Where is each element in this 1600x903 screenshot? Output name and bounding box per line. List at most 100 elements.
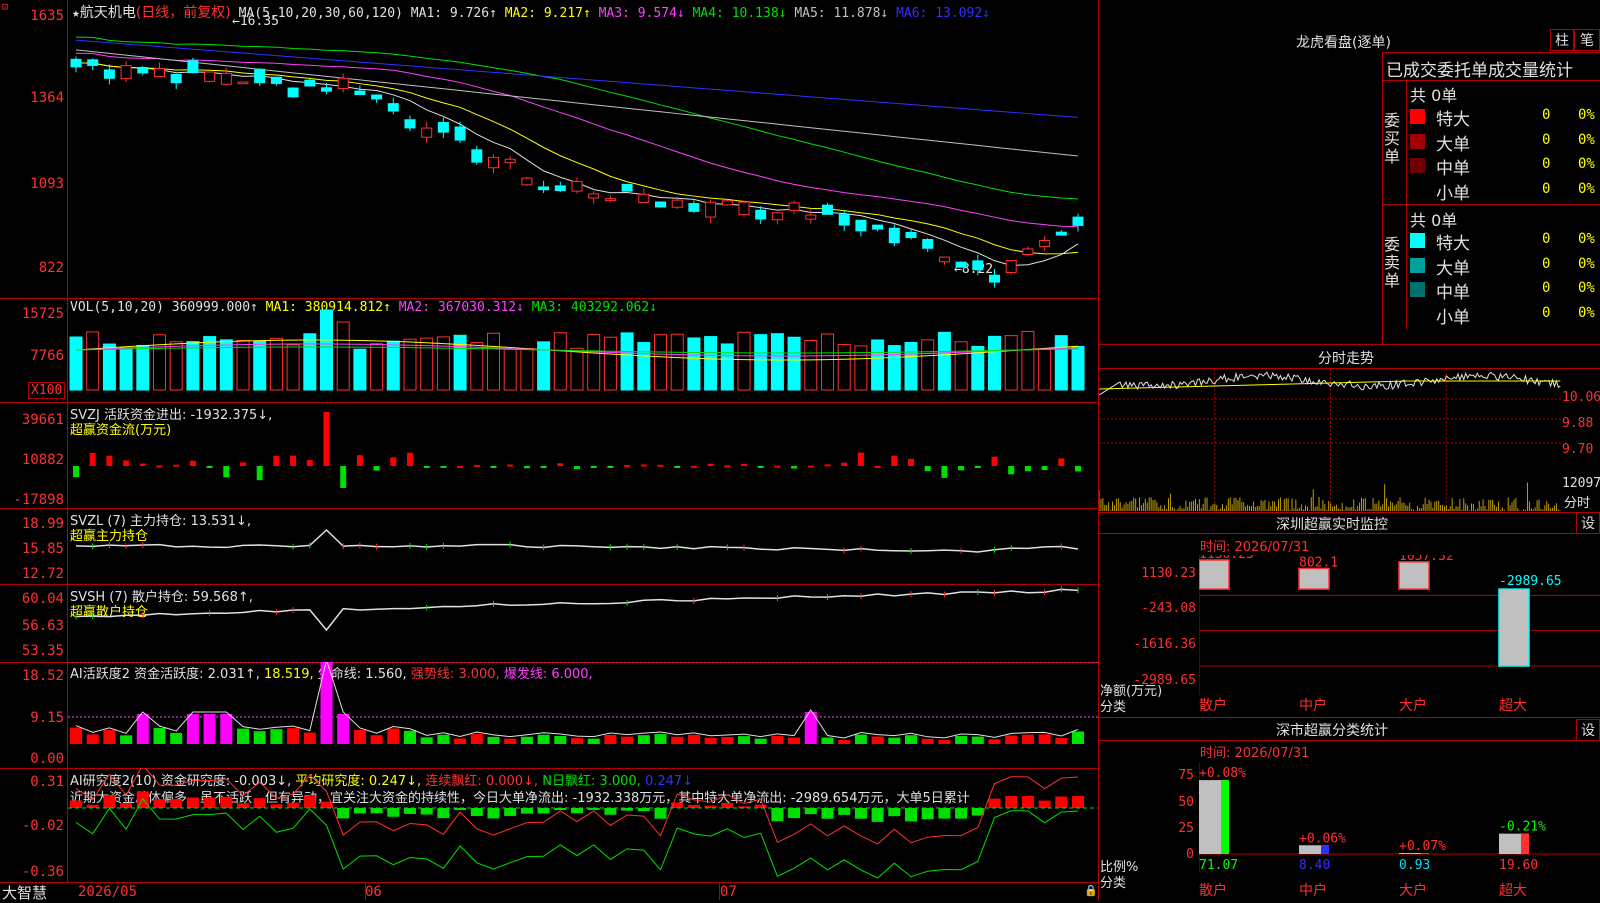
classify-bar-accent [1321,845,1329,854]
research-bar [437,808,450,819]
legend-swatch [1410,182,1425,198]
ai-active-chart[interactable] [68,662,1098,768]
lock-icon[interactable]: 🔒 [1084,884,1098,897]
candle-body [421,127,433,138]
research-bar [938,808,951,819]
volume-bar [520,348,534,391]
volume-bar [386,340,400,391]
flow-bar [340,466,347,488]
x-tick-07 [719,882,720,900]
ai-active-y-label-1: 9.15 [30,710,64,726]
flow-bar [741,463,747,466]
flow-bar [273,455,280,466]
ai-research-chart[interactable] [68,768,1098,882]
candle-body [872,224,884,230]
longhu-bi-button[interactable]: 笔 [1574,29,1600,51]
research-bar [253,798,266,808]
svzl-chart[interactable] [68,508,1098,584]
flow-bar [156,465,163,468]
candle-body [538,186,550,191]
monitor-chart[interactable]: 1130.23 散户 802.1 中户 1057.32 大户 -2989.65 超大 [1199,555,1600,715]
candle-body [137,66,149,74]
active-bar [387,728,400,744]
candle-body [254,68,266,84]
research-bar [971,808,984,816]
candle-body [922,239,934,249]
monitor-bar-label: 超大 [1499,698,1527,714]
flow-bar [1058,458,1065,466]
flow-bar [89,452,96,466]
monitor-time: 时间: 2026/07/31 [1200,540,1310,555]
flow-bar [523,466,530,469]
volume-bar [620,332,634,391]
svsh-chart[interactable] [68,584,1098,662]
active-bar [120,735,133,744]
classify-label: 散户 [1199,882,1227,899]
volume-bar [153,334,166,391]
monitor-bar-label: 中户 [1299,697,1327,714]
flow-bar [941,466,948,478]
research-bar [888,808,901,817]
candle-body [989,274,1000,283]
candle-body [805,214,817,220]
svzl-y-label-1: 15.85 [21,541,64,557]
row-pct: 0% [1578,255,1595,272]
active-bar [337,714,350,744]
flow-bar [908,458,914,466]
research-bar [1021,796,1034,808]
volume-bar [770,333,784,391]
classify-y-label-1: 50 [1178,795,1194,810]
row-name: 大单 [1436,258,1470,279]
intraday-y-label-2: 9.70 [1562,442,1594,457]
active-bar [1021,734,1034,744]
research-bar [487,808,500,819]
intraday-price-line [1099,371,1561,396]
classify-value: 0.93 [1399,858,1430,873]
flow-bar [473,464,480,467]
candle-body [655,201,666,208]
active-bar [487,736,500,744]
kline-chart[interactable] [68,0,1098,298]
research-bar [905,808,917,822]
candle-body [855,219,867,232]
active-bar [270,729,283,744]
flow-bar [807,465,814,468]
candle-body [788,202,800,211]
research-bar [1055,796,1068,808]
flow-bar [707,463,714,466]
longhu-zhu-button[interactable]: 柱 [1550,29,1574,51]
candle-body [1005,260,1017,274]
candle-body [187,60,199,74]
candle-body [905,231,917,238]
volume-bar [136,344,150,391]
research-bar [337,808,350,819]
active-bar [103,729,116,744]
research-bar [921,808,934,820]
candle-body [87,59,99,66]
classify-chart[interactable]: +0.08% 71.07 散户 +0.06% 8.40 中户 +0.07% 0.93 大户 -0.… [1199,762,1600,900]
monitor-bar [1398,561,1430,590]
monitor-bar-value: -2989.65 [1499,574,1562,589]
volume-chart[interactable] [68,298,1098,402]
volume-bar [988,335,1001,391]
row-name: 中单 [1436,283,1470,303]
volume-bar [837,343,851,391]
svzj-chart[interactable] [68,402,1098,508]
intraday-chart[interactable] [1099,369,1562,511]
longhu-mid-line [1382,204,1600,205]
active-bar [637,735,650,744]
vol-y-label-0: 15725 [21,306,64,322]
x-label-2: 07 [720,884,737,900]
candle-body [1072,216,1084,226]
monitor-settings-button[interactable]: 设 [1576,512,1600,534]
active-bar [704,737,717,744]
monitor-bar [1199,559,1230,590]
flow-bar [189,460,196,466]
active-bar [754,738,767,744]
volume-bar [637,342,651,391]
candle-body [571,180,583,192]
volume-bar [470,342,484,391]
candle-body [705,201,717,218]
classify-settings-button[interactable]: 设 [1576,719,1600,741]
research-bar [353,808,366,814]
